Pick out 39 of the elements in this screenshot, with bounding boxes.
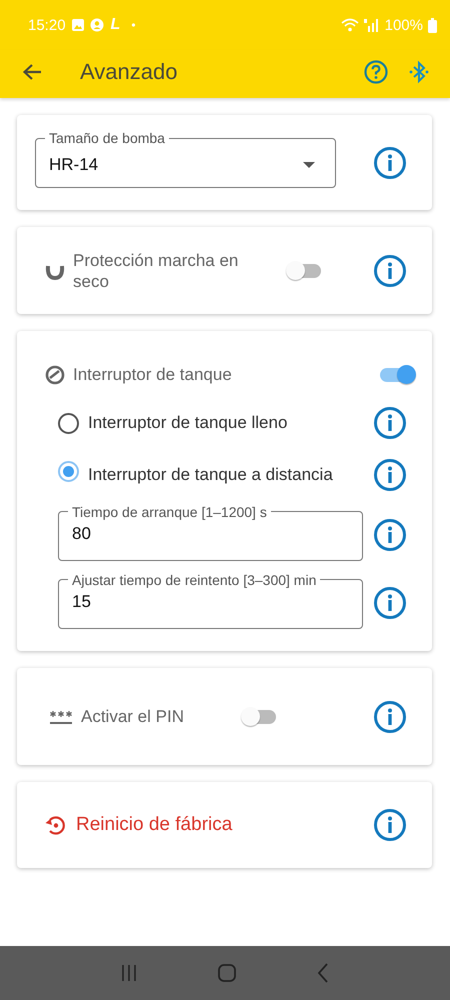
factory-reset-link[interactable]: Reinicio de fábrica xyxy=(76,814,232,836)
app-glyph: L xyxy=(110,16,120,34)
info-icon[interactable] xyxy=(373,254,407,288)
back-icon[interactable] xyxy=(22,63,42,81)
back-nav-icon[interactable] xyxy=(316,963,330,983)
radio-button[interactable] xyxy=(58,412,79,434)
input-field[interactable]: Tiempo de arranque [1–1200] s 80 xyxy=(58,504,363,560)
image-icon xyxy=(70,18,85,32)
setting-label: Protección marcha en seco xyxy=(73,250,240,292)
caret-icon xyxy=(303,162,315,168)
radio-label: Interruptor de tanque lleno xyxy=(88,413,288,433)
setting-label: Interruptor de tanque xyxy=(73,365,232,385)
battery-icon xyxy=(428,18,437,32)
input-field[interactable]: Ajustar tiempo de reintento [3–300] min 15 xyxy=(58,572,363,628)
recents-icon[interactable] xyxy=(120,964,138,982)
account-icon xyxy=(90,18,104,32)
setting-label: Activar el PIN xyxy=(81,706,184,726)
info-icon[interactable] xyxy=(373,586,407,620)
screen-title: Avanzado xyxy=(80,59,178,85)
info-icon[interactable] xyxy=(373,406,407,440)
info-icon[interactable] xyxy=(373,458,407,492)
status-time: 15:20 xyxy=(28,16,66,34)
wifi-icon xyxy=(340,18,359,32)
notification-dot: • xyxy=(131,18,136,32)
reset-icon[interactable] xyxy=(44,814,68,836)
battery-percent: 100% xyxy=(384,16,423,34)
radio-label: Interruptor de tanque a distancia xyxy=(88,465,333,485)
gauge-icon xyxy=(45,365,65,385)
password-icon xyxy=(49,708,73,724)
signal-icon xyxy=(364,18,380,32)
info-icon[interactable] xyxy=(373,808,407,842)
help-icon[interactable] xyxy=(364,60,388,84)
home-icon[interactable] xyxy=(216,963,237,983)
select-field[interactable]: Tamaño de bomba HR-14 xyxy=(35,130,336,188)
info-icon[interactable] xyxy=(372,700,407,734)
radio-button[interactable] xyxy=(58,461,79,482)
info-icon[interactable] xyxy=(373,146,407,180)
info-icon[interactable] xyxy=(373,518,407,552)
bluetooth-icon[interactable] xyxy=(408,60,430,84)
